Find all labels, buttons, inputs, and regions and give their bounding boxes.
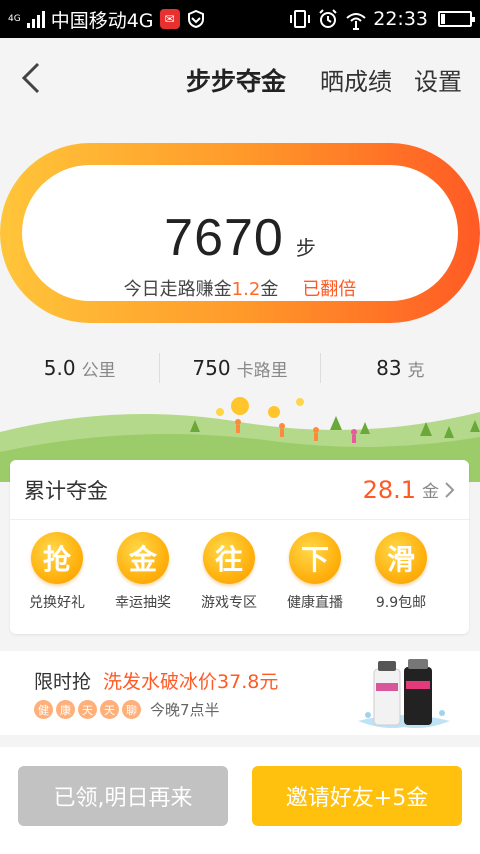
earn-suffix: 金 bbox=[260, 279, 279, 300]
fat-stat: 83 克 bbox=[321, 350, 480, 386]
games-item[interactable]: 往 游戏专区 bbox=[186, 532, 272, 612]
doubled-badge: 已翻倍 bbox=[302, 279, 357, 300]
distance-stat: 5.0 公里 bbox=[0, 350, 159, 386]
fat-value: 83 bbox=[376, 356, 402, 380]
calories-unit: 卡路里 bbox=[236, 360, 288, 381]
fat-unit: 克 bbox=[407, 360, 425, 381]
signal-icon bbox=[26, 10, 45, 28]
redeem-gifts-item[interactable]: 抢 兑换好礼 bbox=[14, 532, 100, 612]
earn-prefix: 今日走路赚金 bbox=[123, 279, 232, 300]
step-counter-ring: 7670 步 今日走路赚金1.2金 已翻倍 bbox=[0, 143, 480, 323]
invite-friends-button[interactable]: 邀请好友+5金 bbox=[252, 766, 462, 826]
step-counter-panel: 7670 步 今日走路赚金1.2金 已翻倍 bbox=[22, 165, 458, 301]
battery-icon bbox=[438, 11, 475, 27]
calories-stat: 750 卡路里 bbox=[160, 350, 319, 386]
feature-grid: 抢 兑换好礼 金 幸运抽奖 往 游戏专区 下 健康直播 滑 9.9包邮 bbox=[10, 520, 469, 612]
health-live-item[interactable]: 下 健康直播 bbox=[272, 532, 358, 612]
promo-banner[interactable]: 限时抢 洗发水破冰价37.8元 健 康 天 天 聊 今晚7点半 bbox=[0, 651, 480, 735]
calories-value: 750 bbox=[192, 356, 231, 380]
distance-unit: 公里 bbox=[81, 360, 116, 381]
promo-time: 今晚7点半 bbox=[150, 701, 220, 719]
card-title: 累计夺金 bbox=[24, 478, 108, 503]
promo-title: 限时抢 洗发水破冰价37.8元 bbox=[34, 667, 278, 694]
step-unit: 步 bbox=[295, 236, 316, 260]
promo-tag: 限时抢 bbox=[34, 671, 92, 693]
grid-label: 9.9包邮 bbox=[375, 595, 427, 611]
coin-icon: 抢 bbox=[31, 532, 83, 584]
badge-dot: 康 bbox=[56, 700, 75, 719]
free-shipping-item[interactable]: 滑 9.9包邮 bbox=[358, 532, 444, 612]
badge-dot: 天 bbox=[100, 700, 119, 719]
total-gold-link[interactable]: 28.1 金 bbox=[363, 476, 455, 504]
distance-value: 5.0 bbox=[43, 356, 76, 380]
alarm-icon bbox=[319, 9, 337, 28]
wifi-icon bbox=[346, 13, 366, 30]
earn-amount: 1.2 bbox=[231, 279, 261, 300]
back-icon[interactable] bbox=[18, 60, 48, 96]
nav-bar: 步步夺金 晒成绩 设置 bbox=[0, 38, 480, 118]
grid-label: 幸运抽奖 bbox=[115, 595, 171, 611]
shampoo-product-image bbox=[358, 659, 450, 729]
coin-icon: 下 bbox=[289, 532, 341, 584]
grid-label: 兑换好礼 bbox=[29, 595, 85, 611]
badge-dot: 天 bbox=[78, 700, 97, 719]
coin-icon: 往 bbox=[203, 532, 255, 584]
shield-icon bbox=[187, 9, 204, 29]
badge-dot: 健 bbox=[34, 700, 53, 719]
coin-icon: 金 bbox=[117, 532, 169, 584]
total-gold-unit: 金 bbox=[422, 482, 439, 502]
gold-card: 累计夺金 28.1 金 抢 兑换好礼 金 幸运抽奖 往 游戏专区 下 健康直播 … bbox=[10, 460, 469, 634]
network-type: 4G bbox=[8, 13, 21, 24]
clock: 22:33 bbox=[373, 8, 428, 30]
step-count: 7670 bbox=[164, 209, 284, 267]
claimed-button[interactable]: 已领,明日再来 bbox=[18, 766, 228, 826]
status-bar: 4G 中国移动4G ✉ 22:33 bbox=[0, 0, 480, 38]
card-header: 累计夺金 28.1 金 bbox=[10, 460, 469, 520]
coin-icon: 滑 bbox=[375, 532, 427, 584]
page-title: 步步夺金 bbox=[186, 67, 287, 96]
chevron-right-icon bbox=[445, 481, 455, 498]
promo-deal: 洗发水破冰价37.8元 bbox=[103, 671, 279, 693]
vibrate-icon bbox=[290, 10, 311, 28]
settings-link[interactable]: 设置 bbox=[414, 62, 462, 97]
grid-label: 健康直播 bbox=[287, 595, 343, 611]
carrier-label: 中国移动4G bbox=[50, 9, 154, 32]
lucky-draw-item[interactable]: 金 幸运抽奖 bbox=[100, 532, 186, 612]
share-results-link[interactable]: 晒成绩 bbox=[320, 62, 392, 97]
promo-subline: 健 康 天 天 聊 今晚7点半 bbox=[34, 699, 220, 720]
activity-stats: 5.0 公里 750 卡路里 83 克 bbox=[0, 350, 480, 386]
badge-dot: 聊 bbox=[122, 700, 141, 719]
total-gold-value: 28.1 bbox=[362, 475, 416, 504]
today-earnings: 今日走路赚金1.2金 已翻倍 bbox=[22, 275, 458, 301]
grid-label: 游戏专区 bbox=[201, 595, 257, 611]
bottom-action-bar: 已领,明日再来 邀请好友+5金 bbox=[0, 747, 480, 854]
app-notification-icon: ✉ bbox=[159, 9, 180, 29]
